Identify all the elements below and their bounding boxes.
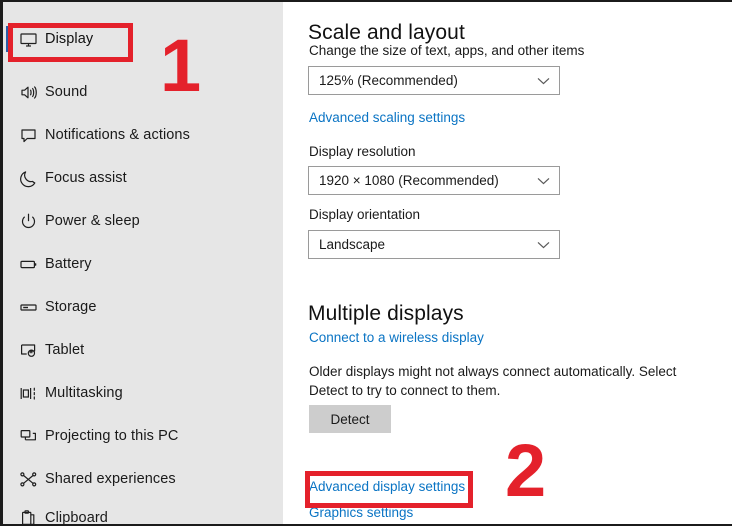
monitor-icon bbox=[11, 30, 45, 49]
advanced-scaling-settings-link[interactable]: Advanced scaling settings bbox=[309, 110, 465, 125]
settings-content-pane: Scale and layout Change the size of text… bbox=[283, 2, 732, 524]
sidebar-item-label: Storage bbox=[45, 299, 97, 315]
sidebar-item-label: Projecting to this PC bbox=[45, 428, 179, 444]
multiple-displays-description: Older displays might not always connect … bbox=[309, 364, 677, 398]
sidebar-item-storage[interactable]: Storage bbox=[3, 287, 283, 327]
battery-icon bbox=[11, 255, 45, 274]
sidebar-item-power-sleep[interactable]: Power & sleep bbox=[3, 201, 283, 241]
sidebar-item-label: Multitasking bbox=[45, 385, 123, 401]
settings-window: Display Sound Notifications & actions Fo… bbox=[0, 0, 732, 526]
sidebar-item-display[interactable]: Display bbox=[3, 19, 283, 59]
sidebar-item-projecting[interactable]: Projecting to this PC bbox=[3, 416, 283, 456]
text-size-label: Change the size of text, apps, and other… bbox=[309, 43, 585, 58]
settings-navigation-pane: Display Sound Notifications & actions Fo… bbox=[0, 2, 283, 524]
sidebar-item-label: Power & sleep bbox=[45, 213, 140, 229]
sidebar-item-label: Sound bbox=[45, 84, 88, 100]
sidebar-item-tablet[interactable]: Tablet bbox=[3, 330, 283, 370]
sidebar-item-multitasking[interactable]: Multitasking bbox=[3, 373, 283, 413]
display-resolution-dropdown[interactable]: 1920 × 1080 (Recommended) bbox=[308, 166, 560, 195]
scale-percentage-dropdown[interactable]: 125% (Recommended) bbox=[308, 66, 560, 95]
display-resolution-label: Display resolution bbox=[309, 144, 416, 159]
display-orientation-label: Display orientation bbox=[309, 207, 421, 222]
connect-wireless-display-link[interactable]: Connect to a wireless display bbox=[309, 330, 484, 345]
moon-icon bbox=[11, 169, 45, 188]
advanced-display-settings-link[interactable]: Advanced display settings bbox=[309, 479, 465, 494]
display-resolution-value: 1920 × 1080 (Recommended) bbox=[319, 173, 499, 188]
clipboard-icon bbox=[11, 509, 45, 524]
sidebar-item-label: Display bbox=[45, 31, 94, 47]
sidebar-item-label: Clipboard bbox=[45, 510, 108, 524]
sidebar-item-battery[interactable]: Battery bbox=[3, 244, 283, 284]
chat-bubble-icon bbox=[11, 126, 45, 145]
multitasking-icon bbox=[11, 384, 45, 403]
detect-button[interactable]: Detect bbox=[309, 405, 391, 433]
chevron-down-icon bbox=[537, 77, 550, 85]
chevron-down-icon bbox=[537, 241, 550, 249]
display-orientation-value: Landscape bbox=[319, 237, 386, 252]
project-icon bbox=[11, 427, 45, 446]
graphics-settings-link[interactable]: Graphics settings bbox=[309, 505, 413, 520]
sidebar-item-sound[interactable]: Sound bbox=[3, 72, 283, 112]
sidebar-item-label: Focus assist bbox=[45, 170, 127, 186]
tablet-icon bbox=[11, 341, 45, 360]
power-icon bbox=[11, 212, 45, 231]
sidebar-item-shared-experiences[interactable]: Shared experiences bbox=[3, 459, 283, 499]
sidebar-item-label: Battery bbox=[45, 256, 92, 272]
share-icon bbox=[11, 470, 45, 489]
display-orientation-dropdown[interactable]: Landscape bbox=[308, 230, 560, 259]
drive-icon bbox=[11, 298, 45, 317]
chevron-down-icon bbox=[537, 177, 550, 185]
scale-percentage-value: 125% (Recommended) bbox=[319, 73, 458, 88]
speaker-icon bbox=[11, 83, 45, 102]
scale-and-layout-heading: Scale and layout bbox=[308, 21, 465, 45]
sidebar-item-label: Notifications & actions bbox=[45, 127, 190, 143]
sidebar-item-focus-assist[interactable]: Focus assist bbox=[3, 158, 283, 198]
sidebar-item-label: Shared experiences bbox=[45, 471, 176, 487]
sidebar-item-clipboard[interactable]: Clipboard bbox=[3, 498, 283, 524]
sidebar-item-notifications[interactable]: Notifications & actions bbox=[3, 115, 283, 155]
sidebar-item-label: Tablet bbox=[45, 342, 85, 358]
multiple-displays-heading: Multiple displays bbox=[308, 302, 464, 326]
